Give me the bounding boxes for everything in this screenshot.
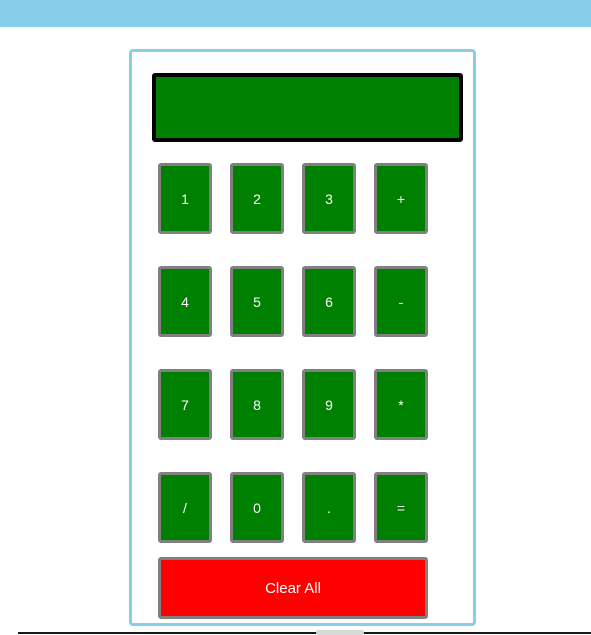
key-minus[interactable]: - (374, 266, 428, 337)
top-banner (0, 0, 591, 27)
key-2[interactable]: 2 (230, 163, 284, 234)
calculator-display[interactable] (152, 73, 463, 142)
key-5[interactable]: 5 (230, 266, 284, 337)
bottom-divider (18, 632, 591, 634)
calculator-frame: 1 2 3 + 4 5 6 - 7 8 9 * / 0 . = Clear Al… (129, 49, 476, 626)
horizontal-scrollbar-thumb[interactable] (316, 630, 364, 635)
key-3[interactable]: 3 (302, 163, 356, 234)
key-7[interactable]: 7 (158, 369, 212, 440)
key-multiply[interactable]: * (374, 369, 428, 440)
key-4[interactable]: 4 (158, 266, 212, 337)
key-1[interactable]: 1 (158, 163, 212, 234)
key-9[interactable]: 9 (302, 369, 356, 440)
key-plus[interactable]: + (374, 163, 428, 234)
key-6[interactable]: 6 (302, 266, 356, 337)
key-decimal[interactable]: . (302, 472, 356, 543)
key-divide[interactable]: / (158, 472, 212, 543)
key-8[interactable]: 8 (230, 369, 284, 440)
key-equals[interactable]: = (374, 472, 428, 543)
key-0[interactable]: 0 (230, 472, 284, 543)
clear-all-button[interactable]: Clear All (158, 557, 428, 619)
